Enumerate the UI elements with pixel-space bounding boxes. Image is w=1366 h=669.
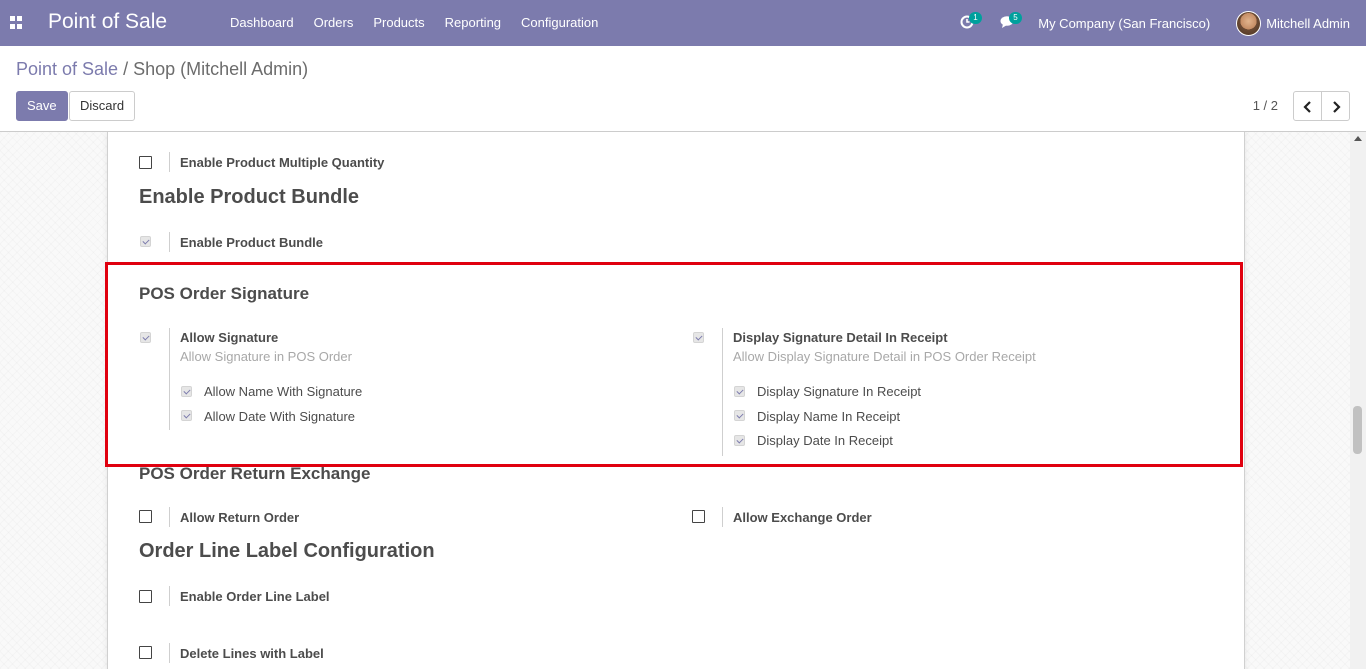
field-divider: [169, 586, 170, 606]
bundle-label: Enable Product Bundle: [180, 235, 324, 250]
field-divider: [169, 643, 170, 663]
user-menu[interactable]: Mitchell Admin: [1266, 16, 1350, 31]
return-exchange-heading: POS Order Return Exchange: [139, 464, 371, 483]
delete-lines-label: Delete Lines with Label: [180, 646, 324, 661]
line-label-heading: Order Line Label Configuration: [139, 540, 435, 562]
field-divider: [722, 507, 723, 527]
multi-qty-checkbox[interactable]: [139, 156, 152, 169]
breadcrumb: Point of Sale / Shop (Mitchell Admin): [16, 59, 308, 80]
enable-line-label-checkbox[interactable]: [139, 590, 152, 603]
allow-exchange-label: Allow Exchange Order: [733, 510, 872, 525]
scrollbar[interactable]: [1350, 132, 1366, 669]
systray: 1 5 My Company (San Francisco) Mitchell …: [952, 0, 1366, 46]
field-divider: [169, 152, 170, 172]
allow-return-checkbox[interactable]: [139, 510, 152, 523]
allow-return-label: Allow Return Order: [180, 510, 300, 525]
apps-menu-icon[interactable]: [10, 16, 23, 29]
company-switcher[interactable]: My Company (San Francisco): [1038, 16, 1210, 31]
save-button[interactable]: Save: [16, 91, 68, 121]
activity-button[interactable]: 1: [952, 0, 992, 46]
pager-next-button[interactable]: [1321, 91, 1350, 121]
activity-count-badge: 1: [969, 12, 982, 24]
menu-dashboard[interactable]: Dashboard: [220, 0, 304, 46]
field-divider: [169, 232, 170, 252]
enable-line-label-label: Enable Order Line Label: [180, 589, 330, 604]
bundle-heading: Enable Product Bundle: [139, 186, 360, 208]
menu-orders[interactable]: Orders: [304, 0, 364, 46]
chevron-left-icon: [1303, 101, 1311, 113]
menu-reporting[interactable]: Reporting: [435, 0, 511, 46]
scroll-up-arrow-icon[interactable]: [1354, 136, 1362, 141]
menu-configuration[interactable]: Configuration: [511, 0, 608, 46]
breadcrumb-current: Shop (Mitchell Admin): [133, 59, 309, 79]
app-title[interactable]: Point of Sale: [48, 10, 167, 34]
delete-lines-checkbox[interactable]: [139, 646, 152, 659]
field-divider: [169, 507, 170, 527]
messages-button[interactable]: 5: [992, 0, 1032, 46]
pager-value[interactable]: 1 / 2: [1253, 98, 1278, 113]
scroll-thumb[interactable]: [1353, 406, 1362, 454]
highlight-box: [105, 262, 1243, 467]
allow-exchange-checkbox[interactable]: [692, 510, 705, 523]
menu-products[interactable]: Products: [363, 0, 434, 46]
pager-previous-button[interactable]: [1293, 91, 1322, 121]
user-avatar[interactable]: [1236, 10, 1262, 36]
breadcrumb-separator: /: [123, 59, 129, 79]
control-panel: Point of Sale / Shop (Mitchell Admin) Save…: [0, 46, 1366, 132]
main-menu: Dashboard Orders Products Reporting Conf…: [220, 0, 608, 46]
form-view: Enable Product Multiple Quantity Enable …: [0, 132, 1366, 669]
discard-button[interactable]: Discard: [69, 91, 136, 121]
messages-count-badge: 5: [1009, 12, 1022, 24]
breadcrumb-parent[interactable]: Point of Sale: [16, 59, 118, 79]
bundle-checkbox[interactable]: [140, 236, 151, 247]
multi-qty-label: Enable Product Multiple Quantity: [180, 155, 385, 170]
chevron-right-icon: [1333, 101, 1341, 113]
top-navbar: Point of Sale Dashboard Orders Products …: [0, 0, 1366, 46]
